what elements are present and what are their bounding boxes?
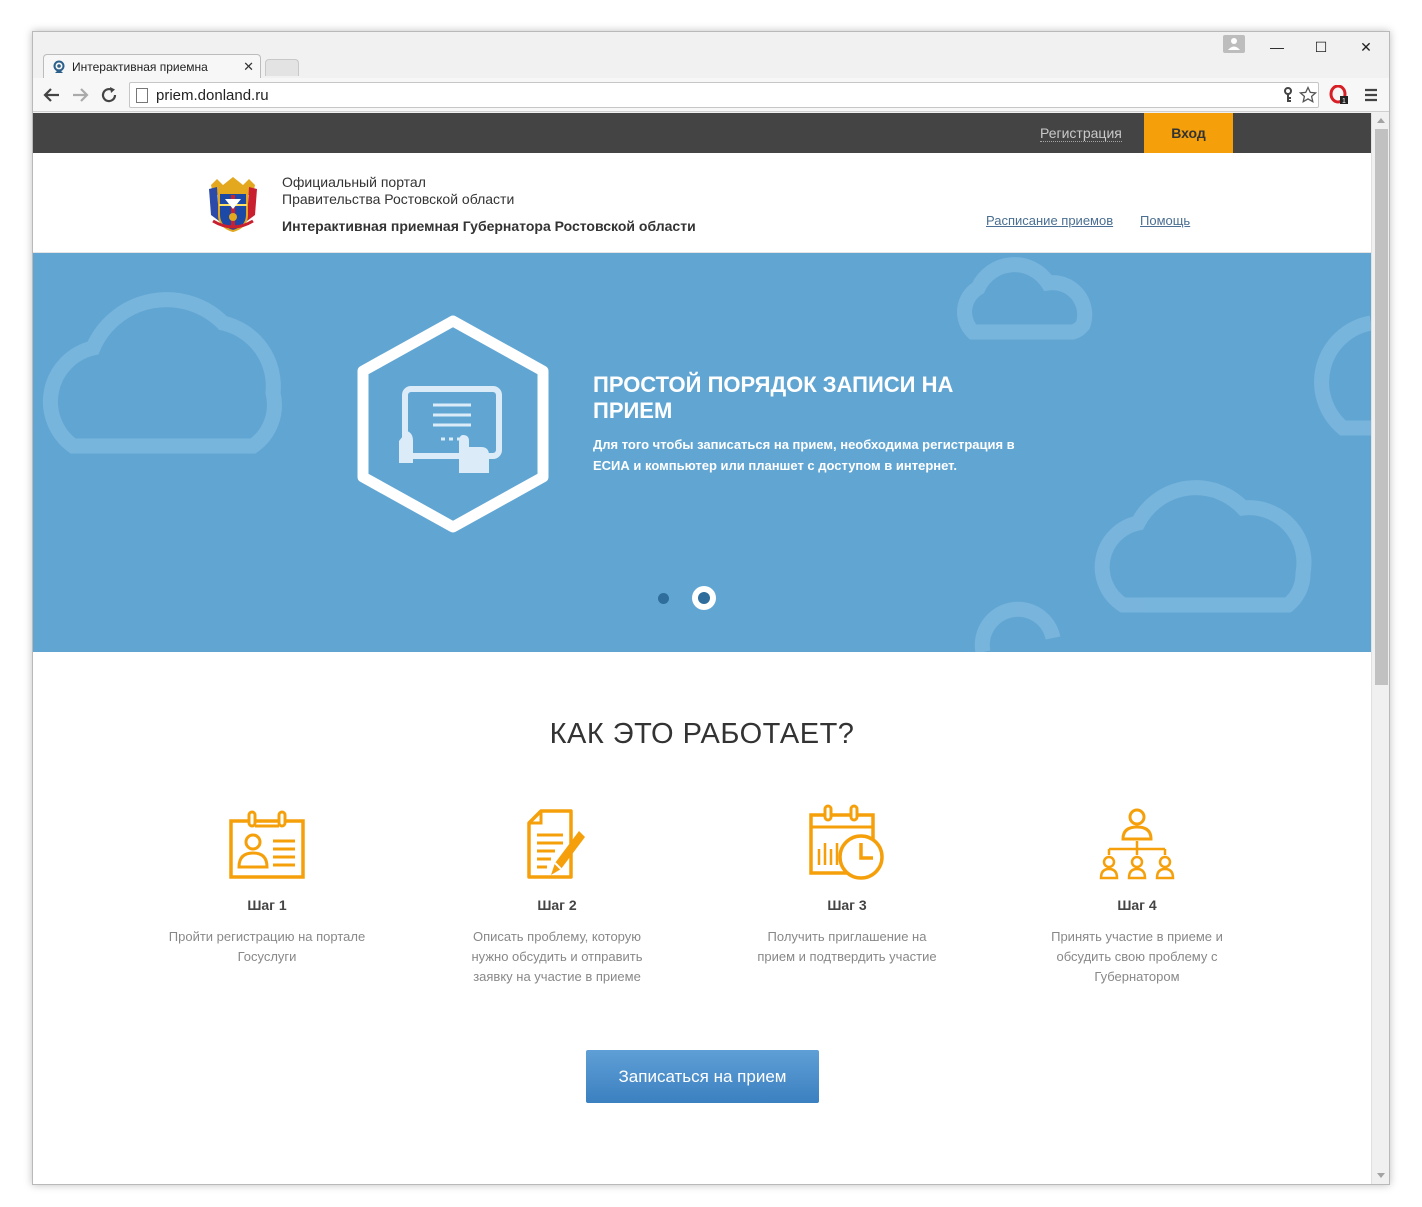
menu-icon[interactable] <box>1361 85 1381 105</box>
portal-line-1: Официальный портал <box>282 174 426 190</box>
step-1: Шаг 1 Пройти регистрацию на портале Госу… <box>167 803 367 967</box>
site-title: Интерактивная приемная Губернатора Росто… <box>282 218 696 234</box>
back-icon[interactable] <box>41 84 63 106</box>
step-title: Шаг 3 <box>827 897 867 913</box>
slider-dot-2-active[interactable] <box>692 586 716 610</box>
coat-of-arms-logo-icon[interactable] <box>205 175 261 233</box>
scroll-thumb[interactable] <box>1375 129 1388 685</box>
how-it-works-title: КАК ЭТО РАБОТАЕТ? <box>549 718 855 750</box>
tab-title: Интерактивная приемна <box>72 60 208 74</box>
scroll-down-icon[interactable] <box>1377 1173 1385 1178</box>
step-title: Шаг 2 <box>537 897 577 913</box>
maximize-icon[interactable]: ☐ <box>1311 38 1331 56</box>
hero-title: ПРОСТОЙ ПОРЯДОК ЗАПИСИ НА ПРИЕМ <box>593 372 954 423</box>
id-card-icon <box>167 803 367 881</box>
browser-tab[interactable]: Интерактивная приемна ✕ <box>43 54 261 79</box>
new-tab-button[interactable] <box>265 59 299 76</box>
browser-window: Интерактивная приемна ✕ — ☐ ✕ priem.donl… <box>32 31 1390 1185</box>
step-title: Шаг 1 <box>247 897 287 913</box>
step-2: Шаг 2 Описать проблему, которую нужно об… <box>457 803 657 987</box>
address-bar[interactable]: priem.donland.ru <box>129 82 1319 108</box>
forward-icon[interactable] <box>69 84 91 106</box>
slider-dot-inner <box>698 592 710 604</box>
scroll-up-icon[interactable] <box>1377 118 1385 123</box>
book-appointment-button[interactable]: Записаться на прием <box>586 1050 819 1103</box>
step-text: Описать проблему, которую нужно обсудить… <box>471 929 643 984</box>
help-link[interactable]: Помощь <box>1140 213 1190 228</box>
browser-toolbar: priem.donland.ru 1 <box>33 78 1389 112</box>
step-text: Пройти регистрацию на портале Госуслуги <box>168 929 366 964</box>
hero-slider: ПРОСТОЙ ПОРЯДОК ЗАПИСИ НА ПРИЕМ Для того… <box>33 253 1371 652</box>
user-profile-icon[interactable] <box>1223 35 1245 53</box>
browser-titlebar: Интерактивная приемна ✕ — ☐ ✕ <box>33 32 1389 79</box>
step-3: Шаг 3 Получить приглашение на прием и по… <box>747 803 947 967</box>
people-hierarchy-icon <box>1037 803 1237 881</box>
site-header: Официальный портал Правительства Ростовс… <box>33 153 1371 253</box>
svg-text:1: 1 <box>1342 98 1346 105</box>
page-icon <box>136 87 148 103</box>
calendar-clock-icon <box>747 803 947 881</box>
bookmark-star-icon[interactable] <box>1298 85 1318 105</box>
step-text: Получить приглашение на прием и подтверд… <box>757 929 937 964</box>
url-text: priem.donland.ru <box>156 86 269 104</box>
step-title: Шаг 4 <box>1117 897 1157 913</box>
register-link[interactable]: Регистрация <box>1040 125 1122 142</box>
step-text: Принять участие в приеме и обсудить свою… <box>1051 929 1223 984</box>
site-favicon-icon <box>52 60 66 74</box>
document-pencil-icon <box>457 803 657 881</box>
hero-text: Для того чтобы записаться на прием, необ… <box>593 437 1015 473</box>
opera-extension-icon[interactable]: 1 <box>1329 85 1349 105</box>
key-icon[interactable] <box>1278 85 1298 105</box>
login-button[interactable]: Вход <box>1144 113 1233 153</box>
page-viewport: Регистрация Вход Официальный портал Прав <box>33 113 1371 1184</box>
top-bar: Регистрация Вход <box>33 113 1371 153</box>
slider-dot-1[interactable] <box>658 593 669 604</box>
step-4: Шаг 4 Принять участие в приеме и обсудит… <box>1037 803 1237 987</box>
reload-icon[interactable] <box>98 84 120 106</box>
minimize-icon[interactable]: — <box>1267 38 1287 56</box>
close-window-icon[interactable]: ✕ <box>1356 38 1376 56</box>
tab-close-icon[interactable]: ✕ <box>243 59 254 75</box>
tablet-hexagon-icon <box>357 315 549 533</box>
page-scrollbar[interactable] <box>1371 113 1389 1184</box>
portal-line-2: Правительства Ростовской области <box>282 191 515 207</box>
schedule-link[interactable]: Расписание приемов <box>986 213 1113 228</box>
